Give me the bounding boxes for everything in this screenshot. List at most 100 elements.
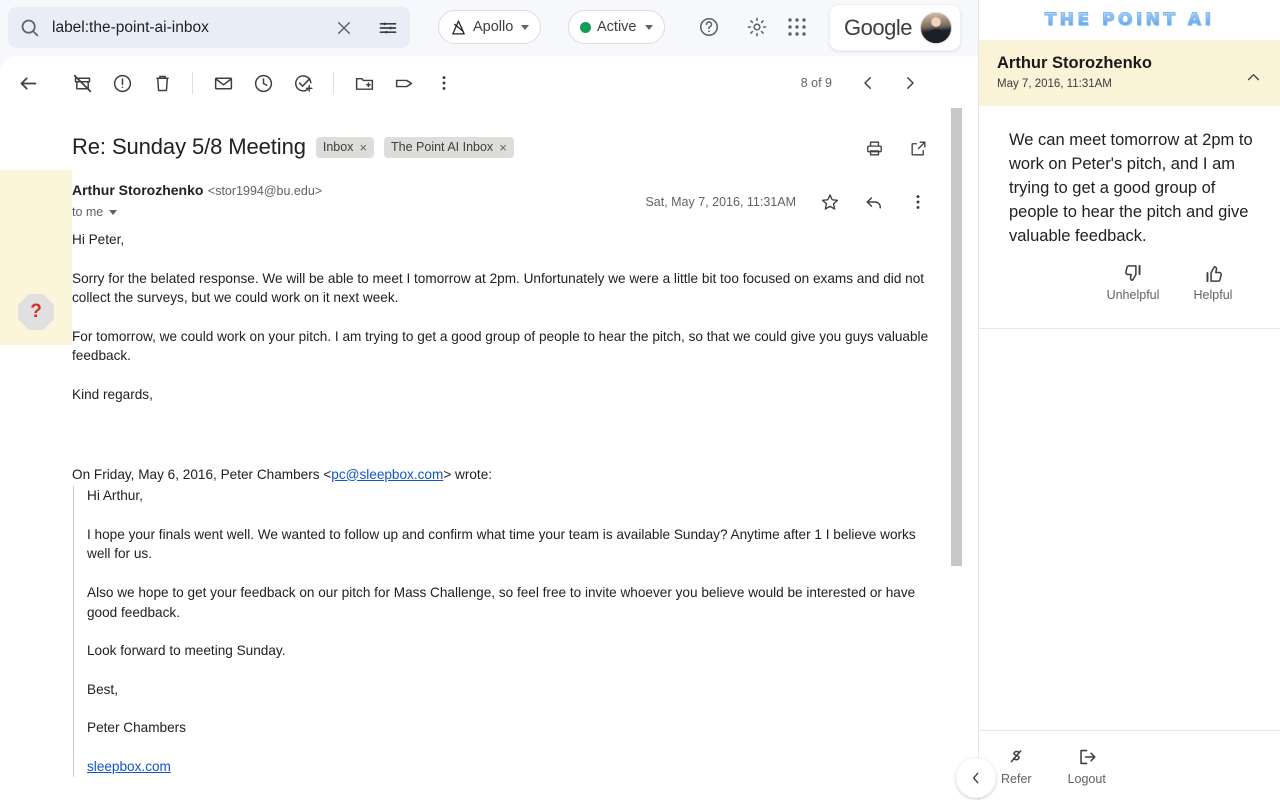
next-message-button[interactable] <box>890 63 930 103</box>
back-button[interactable] <box>8 63 48 103</box>
mark-unread-button[interactable] <box>203 63 243 103</box>
summary-date: May 7, 2016, 11:31AM <box>997 78 1262 90</box>
body-paragraph: Sorry for the belated response. We will … <box>72 269 932 308</box>
report-spam-button[interactable] <box>102 63 142 103</box>
message-more-button[interactable] <box>898 182 938 222</box>
more-vertical-icon <box>908 192 928 212</box>
label-button[interactable] <box>384 63 424 103</box>
move-to-folder-icon <box>354 73 375 94</box>
quote-sender-email-link[interactable]: pc@sleepbox.com <box>331 467 443 482</box>
star-button[interactable] <box>810 182 850 222</box>
open-in-new-icon <box>909 139 928 158</box>
app-root: Apollo Active <box>0 0 1280 800</box>
quoted-paragraph: I hope your finals went well. We wanted … <box>87 525 932 564</box>
archive-off-icon <box>72 73 93 94</box>
chevron-left-icon <box>859 74 877 92</box>
avatar[interactable] <box>920 12 952 44</box>
message-toolbar: 8 of 9 <box>0 56 978 110</box>
clock-snooze-icon <box>253 73 274 94</box>
google-apps-button[interactable] <box>777 7 817 47</box>
open-in-new-window-button[interactable] <box>898 128 938 168</box>
close-icon[interactable]: × <box>499 140 507 155</box>
chevron-down-icon <box>645 25 653 30</box>
account-card[interactable]: Google <box>829 4 961 51</box>
scrollbar-thumb[interactable] <box>951 108 962 566</box>
message-meta: Sat, May 7, 2016, 11:31AM <box>645 182 938 222</box>
trash-icon <box>152 73 173 94</box>
move-to-folder-button[interactable] <box>344 63 384 103</box>
quoted-paragraph: Best, <box>87 680 932 700</box>
logout-icon <box>1076 746 1098 768</box>
helpful-button[interactable]: Helpful <box>1186 262 1240 302</box>
print-icon <box>865 139 884 158</box>
more-vertical-icon <box>434 73 454 93</box>
logout-label: Logout <box>1068 772 1106 786</box>
delete-button[interactable] <box>142 63 182 103</box>
close-icon[interactable]: × <box>359 140 367 155</box>
quoted-paragraph: Peter Chambers <box>87 718 932 738</box>
print-button[interactable] <box>854 128 894 168</box>
label-chip-the-point-ai-inbox[interactable]: The Point AI Inbox × <box>384 137 514 158</box>
search-icon[interactable] <box>8 7 50 48</box>
panel-logo: THE POINT AI <box>979 0 1280 40</box>
signature-link[interactable]: sleepbox.com <box>87 759 171 774</box>
the-point-ai-panel: THE POINT AI Arthur Storozhenko May 7, 2… <box>978 0 1280 800</box>
logout-button[interactable]: Logout <box>1068 746 1106 786</box>
quoted-paragraph: Look forward to meeting Sunday. <box>87 641 932 661</box>
help-circle-icon <box>698 16 720 38</box>
sender-email: <stor1994@bu.edu> <box>208 184 322 198</box>
thumb-up-icon <box>1202 262 1225 285</box>
chevron-left-icon <box>969 771 983 785</box>
unhelpful-label: Unhelpful <box>1107 288 1160 302</box>
status-dot-icon <box>580 22 591 33</box>
label-chip-text: The Point AI Inbox <box>391 140 493 154</box>
back-arrow-icon <box>18 73 39 94</box>
search-filter-button[interactable] <box>366 7 410 48</box>
search-bar[interactable] <box>8 7 410 48</box>
collapse-panel-button[interactable] <box>956 758 996 798</box>
quoted-message: Hi Arthur, I hope your finals went well.… <box>73 486 932 776</box>
apollo-logo-icon <box>450 19 467 36</box>
recipient-label: to me <box>72 205 103 219</box>
apollo-account-button[interactable]: Apollo <box>438 10 541 44</box>
message-view-actions <box>854 128 938 168</box>
star-outline-icon <box>820 192 840 212</box>
message-date: Sat, May 7, 2016, 11:31AM <box>645 195 796 209</box>
body-paragraph: Hi Peter, <box>72 230 932 250</box>
snooze-button[interactable] <box>243 63 283 103</box>
helpful-label: Helpful <box>1194 288 1233 302</box>
summary-collapse-button[interactable] <box>1238 62 1268 92</box>
mark-unread-icon <box>213 73 234 94</box>
add-to-tasks-button[interactable] <box>283 63 323 103</box>
toolbar-divider <box>192 72 193 94</box>
clear-search-button[interactable] <box>322 7 366 48</box>
message-body: Hi Peter, Sorry for the belated response… <box>72 230 932 796</box>
archive-button[interactable] <box>62 63 102 103</box>
pagination: 8 of 9 <box>801 56 930 110</box>
previous-message-button[interactable] <box>848 63 888 103</box>
settings-button[interactable] <box>737 7 777 47</box>
more-options-button[interactable] <box>424 63 464 103</box>
summary-sender-name: Arthur Storozhenko <box>997 54 1262 73</box>
help-button[interactable] <box>689 7 729 47</box>
reply-button[interactable] <box>854 182 894 222</box>
unhelpful-button[interactable]: Unhelpful <box>1106 262 1160 302</box>
label-chip-inbox[interactable]: Inbox × <box>316 137 374 158</box>
recipient-toggle[interactable]: to me <box>72 205 322 219</box>
body-paragraph: For tomorrow, we could work on your pitc… <box>72 327 932 366</box>
status-label: Active <box>597 19 637 35</box>
grid-apps-icon <box>787 17 807 37</box>
panel-empty-space <box>979 329 1280 730</box>
search-input[interactable] <box>50 19 322 37</box>
page-title: Re: Sunday 5/8 Meeting <box>72 134 306 160</box>
label-chip-text: Inbox <box>323 140 354 154</box>
subject-row: Re: Sunday 5/8 Meeting Inbox × The Point… <box>0 122 978 172</box>
refer-button[interactable]: Refer <box>1001 746 1032 786</box>
gmail-area: Apollo Active <box>0 0 978 800</box>
quoted-paragraph: Also we hope to get your feedback on our… <box>87 583 932 622</box>
refer-label: Refer <box>1001 772 1032 786</box>
chevron-down-icon <box>109 210 117 215</box>
summary-card-header: Arthur Storozhenko May 7, 2016, 11:31AM <box>979 40 1280 106</box>
status-button[interactable]: Active <box>568 10 665 44</box>
reply-icon <box>864 192 884 212</box>
